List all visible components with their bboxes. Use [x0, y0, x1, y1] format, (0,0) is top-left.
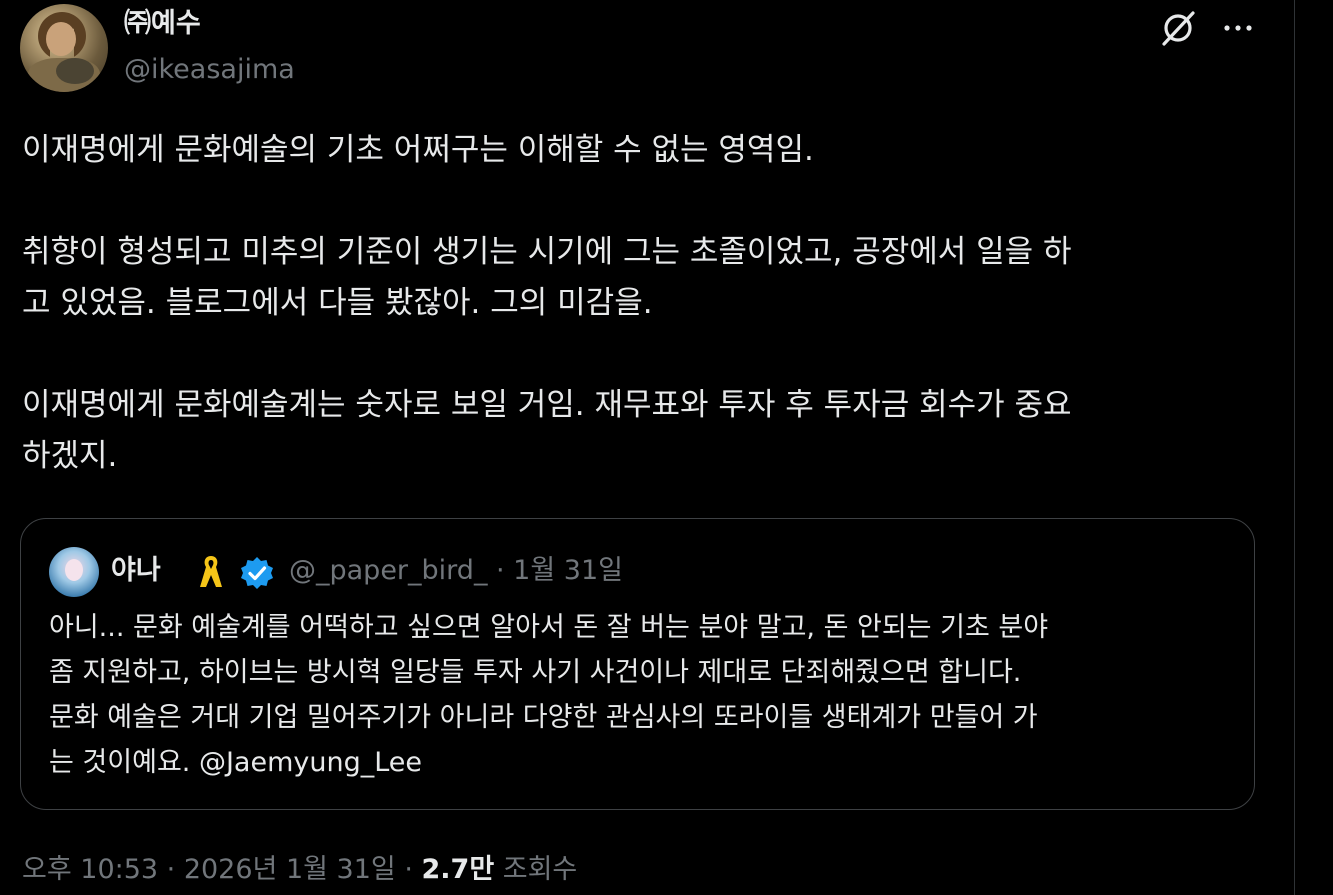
quoted-tweet-text: 아니... 문화 예술계를 어떡하고 싶으면 알아서 돈 잘 버는 분야 말고,…	[49, 612, 1049, 778]
author-avatar[interactable]	[20, 4, 108, 92]
quoted-avatar-face	[65, 559, 83, 581]
views-count: 2.7만	[421, 854, 495, 885]
more-options-icon[interactable]	[1220, 10, 1256, 46]
grok-icon[interactable]	[1158, 8, 1198, 48]
tweet-metadata: 오후 10:53 · 2026년 1월 31일 · 2.7만 조회수	[22, 850, 577, 890]
author-display-name[interactable]: ㈜예수	[124, 6, 201, 42]
avatar-figure-face	[46, 22, 76, 56]
tweet-timestamp[interactable]: 오후 10:53 · 2026년 1월 31일 ·	[22, 854, 422, 885]
views-label: 조회수	[494, 854, 578, 885]
verified-badge-icon	[241, 557, 273, 589]
yellow-ribbon-icon	[200, 556, 222, 587]
quoted-tweet-card[interactable]: 야나 @_paper_bird_ · 1월 31일 아니... 문화 예술계를 …	[20, 518, 1255, 810]
tweet-detail: ㈜예수 @ikeasajima 이재명에게 문화예술의 기초 어쩌구는 이해할 …	[0, 0, 1294, 895]
quoted-author-display-name[interactable]: 야나	[111, 551, 161, 591]
author-handle[interactable]: @ikeasajima	[124, 52, 295, 88]
column-divider	[1294, 0, 1295, 895]
quoted-author-handle-date: @_paper_bird_ · 1월 31일	[289, 555, 623, 586]
avatar-figure-lamb	[56, 58, 94, 84]
tweet-text: 이재명에게 문화예술의 기초 어쩌구는 이해할 수 없는 영역임. 취향이 형성…	[22, 132, 1072, 474]
quoted-author-avatar[interactable]	[49, 547, 99, 597]
